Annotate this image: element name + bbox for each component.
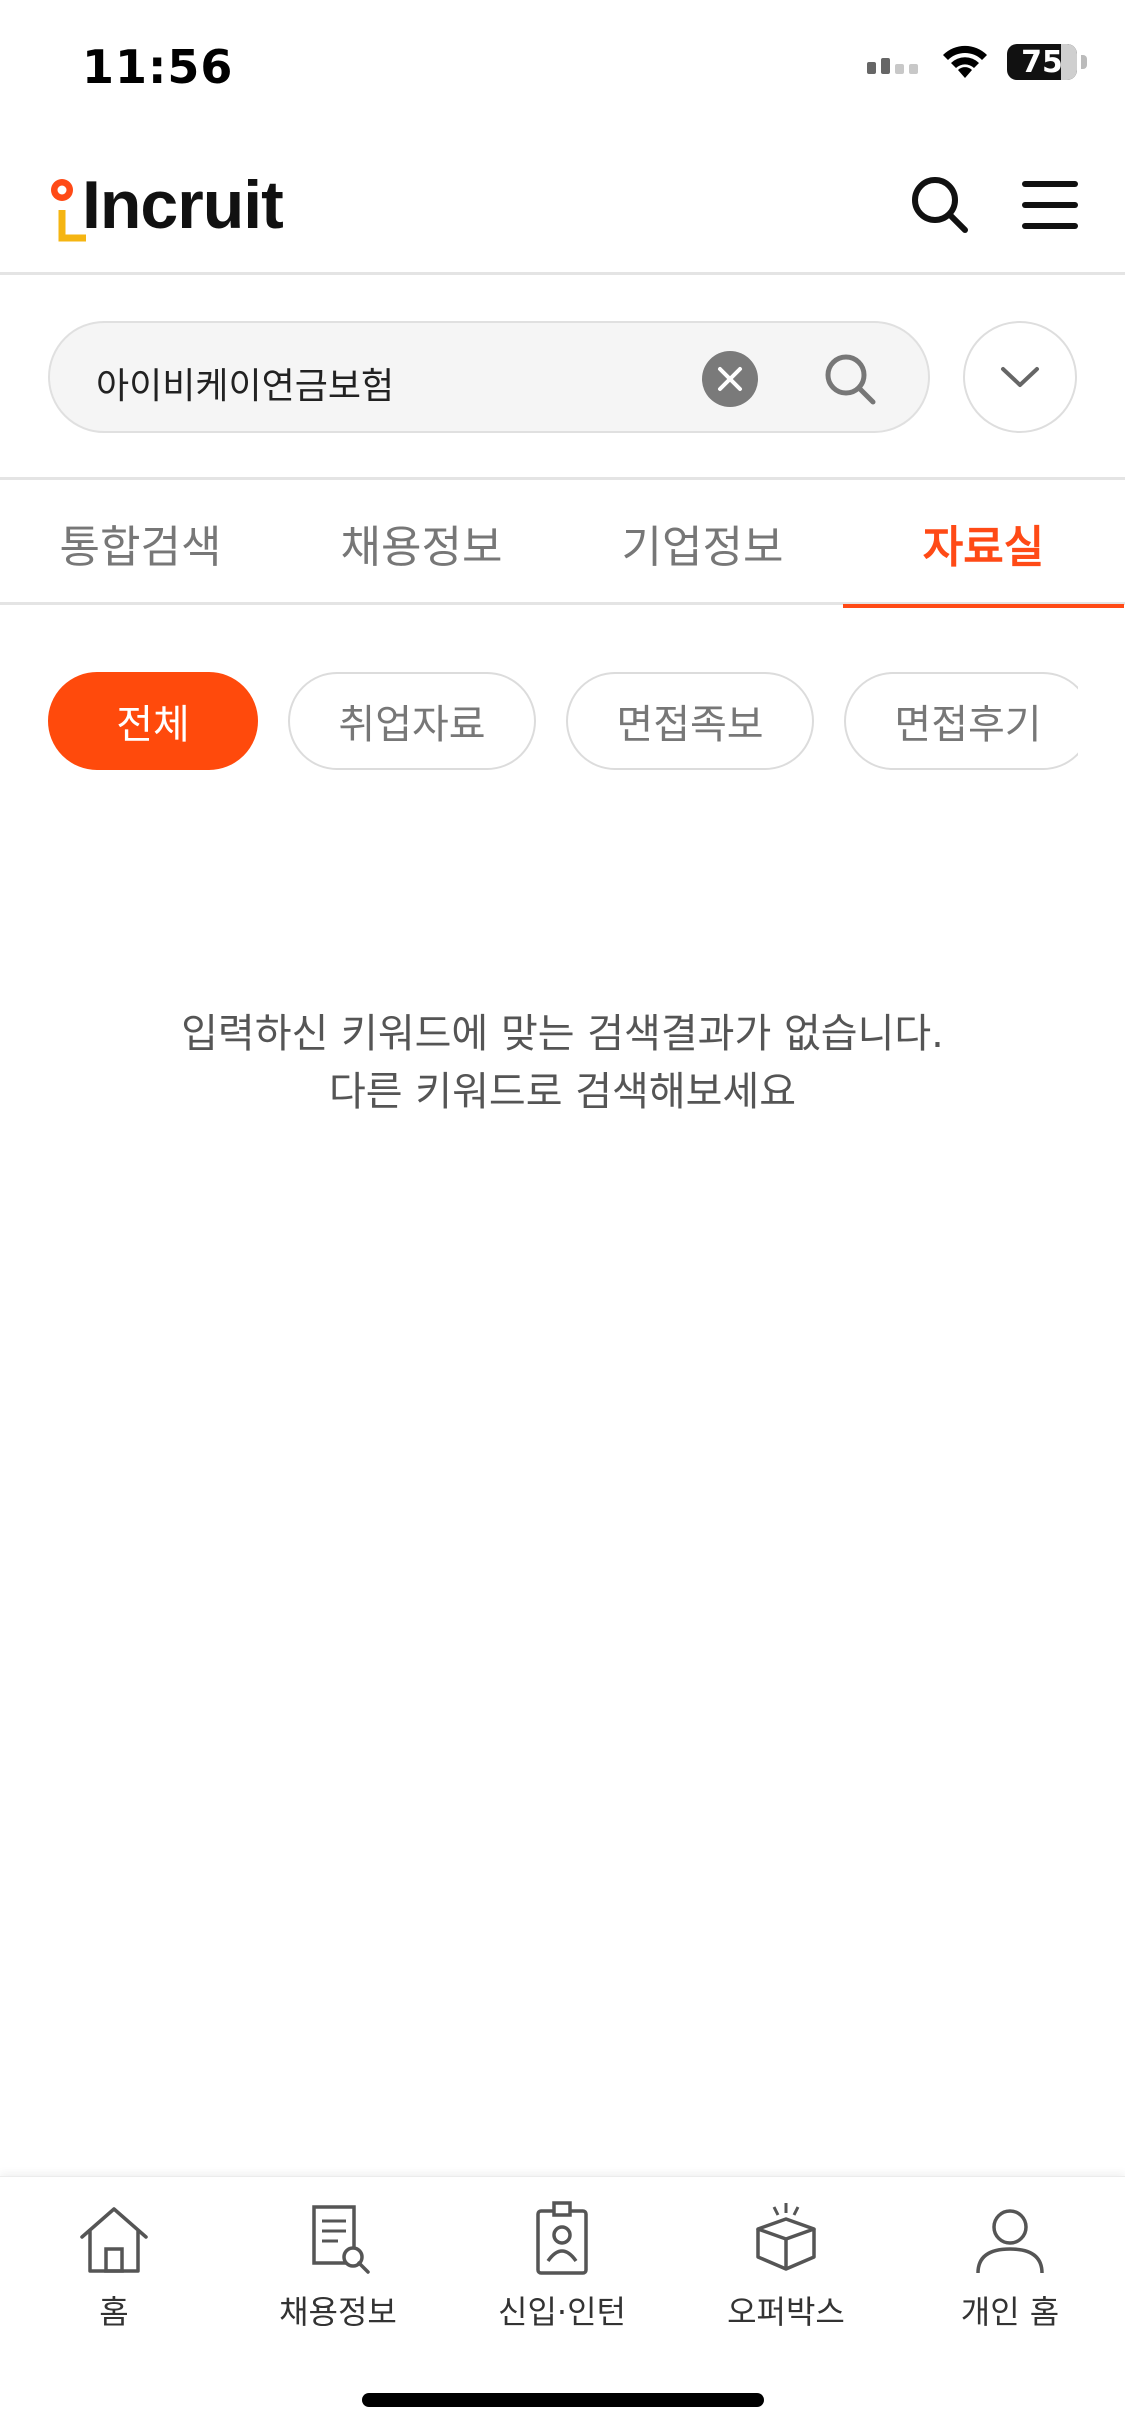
home-indicator[interactable] xyxy=(362,2393,764,2407)
app-header: Incruit xyxy=(0,140,1125,275)
wifi-icon xyxy=(943,45,987,78)
tab-job-info[interactable]: 채용정보 xyxy=(281,480,562,605)
person-icon xyxy=(976,2209,1044,2274)
close-icon xyxy=(718,367,742,391)
nav-item-jobs[interactable]: 채용정보 xyxy=(238,2199,438,2339)
chip-interview-questions[interactable]: 면접족보 xyxy=(566,672,814,770)
status-icons: 75 xyxy=(867,44,1087,80)
job-document-icon xyxy=(312,2205,370,2274)
search-query-text[interactable]: 아이비케이연금보험 xyxy=(96,357,394,409)
id-badge-icon xyxy=(536,2201,588,2275)
nav-label-jobs: 채용정보 xyxy=(279,2293,397,2331)
search-options-button[interactable] xyxy=(963,321,1077,433)
nav-item-offer-box[interactable]: 오퍼박스 xyxy=(686,2199,886,2339)
menu-button[interactable] xyxy=(1015,170,1085,240)
clear-search-button[interactable] xyxy=(702,351,758,407)
status-time: 11:56 xyxy=(82,40,234,94)
nav-label-personal-home: 개인 홈 xyxy=(960,2293,1060,2331)
gift-box-icon xyxy=(756,2203,816,2271)
cellular-signal-icon xyxy=(867,58,918,74)
nav-label-offer-box: 오퍼박스 xyxy=(727,2293,845,2331)
home-icon xyxy=(80,2207,148,2273)
hamburger-menu-icon xyxy=(1022,181,1078,229)
nav-item-home[interactable]: 홈 xyxy=(14,2199,214,2339)
search-row: 아이비케이연금보험 xyxy=(0,275,1125,480)
tab-company-info[interactable]: 기업정보 xyxy=(562,480,843,605)
nav-label-entry-intern: 신입·인턴 xyxy=(498,2293,626,2331)
chip-job-materials[interactable]: 취업자료 xyxy=(288,672,536,770)
search-icon xyxy=(825,354,876,405)
battery-icon: 75 xyxy=(1007,44,1087,80)
empty-results-message: 입력하신 키워드에 맞는 검색결과가 없습니다. 다른 키워드로 검색해보세요 xyxy=(0,1005,1125,1121)
chevron-down-icon xyxy=(1001,367,1039,387)
search-submit-button[interactable] xyxy=(818,347,882,411)
nav-item-personal-home[interactable]: 개인 홈 xyxy=(910,2199,1110,2339)
incruit-logo[interactable]: Incruit xyxy=(48,166,308,246)
logo-text: Incruit xyxy=(82,167,284,243)
search-input[interactable]: 아이비케이연금보험 xyxy=(48,321,930,433)
status-bar: 11:56 75 xyxy=(0,0,1125,140)
filter-chips: 전체 취업자료 면접족보 면접후기 xyxy=(48,672,1078,772)
search-icon xyxy=(912,177,968,233)
tab-resources[interactable]: 자료실 xyxy=(843,480,1124,608)
search-tabs: 통합검색 채용정보 기업정보 자료실 xyxy=(0,480,1125,608)
nav-item-entry-intern[interactable]: 신입·인턴 xyxy=(462,2199,662,2339)
chip-all[interactable]: 전체 xyxy=(48,672,258,770)
chip-interview-reviews[interactable]: 면접후기 xyxy=(844,672,1078,770)
empty-message-line2: 다른 키워드로 검색해보세요 xyxy=(328,1069,797,1115)
empty-message-line1: 입력하신 키워드에 맞는 검색결과가 없습니다. xyxy=(181,1011,944,1057)
nav-label-home: 홈 xyxy=(99,2293,129,2331)
header-search-button[interactable] xyxy=(905,170,975,240)
tab-integrated-search[interactable]: 통합검색 xyxy=(0,480,281,605)
battery-level: 75 xyxy=(1021,44,1063,80)
